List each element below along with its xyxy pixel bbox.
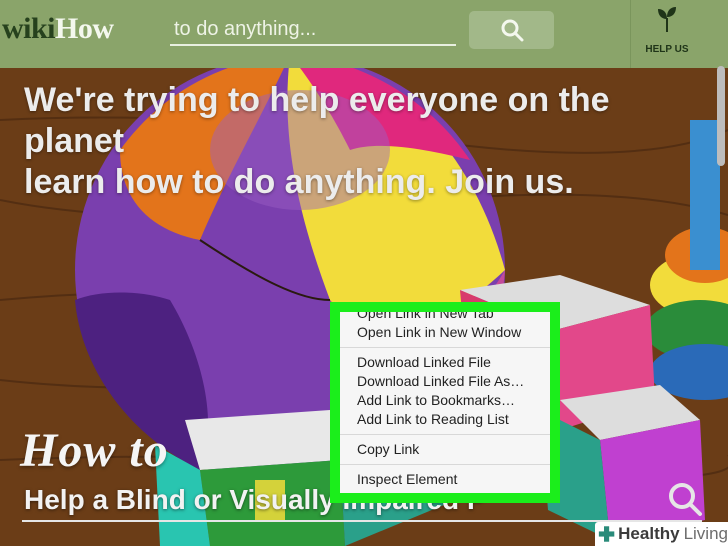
- menu-separator: [340, 434, 550, 435]
- how-to-kicker: How to: [20, 424, 169, 477]
- search-button[interactable]: [469, 11, 554, 49]
- context-menu: Open Link in New Tab Open Link in New Win…: [340, 312, 550, 489]
- logo-wiki-text: wiki: [2, 12, 56, 45]
- cross-icon: [598, 526, 615, 542]
- search-icon: [501, 19, 523, 42]
- wikihow-logo[interactable]: wikiHow: [2, 12, 114, 46]
- menu-separator: [340, 464, 550, 465]
- category-badge[interactable]: Healthy Living: [595, 522, 728, 546]
- site-header: wikiHow HELP US: [0, 0, 728, 68]
- search-icon[interactable]: [666, 480, 704, 518]
- menu-item[interactable]: Open Link in New Tab: [340, 312, 550, 323]
- menu-item[interactable]: Add Link to Bookmarks…: [340, 391, 550, 410]
- hero-tagline: We're trying to help everyone on the pla…: [24, 80, 704, 203]
- menu-item[interactable]: Download Linked File: [340, 353, 550, 372]
- logo-how-text: How: [55, 12, 114, 45]
- help-us-label: HELP US: [645, 44, 689, 55]
- badge-text-bold: Healthy: [618, 524, 680, 543]
- context-menu-highlight: Open Link in New Tab Open Link in New Win…: [330, 302, 560, 503]
- menu-item[interactable]: Copy Link: [340, 440, 550, 459]
- sprout-icon: [658, 7, 676, 32]
- menu-item[interactable]: Add Link to Reading List: [340, 410, 550, 429]
- help-us-button[interactable]: HELP US: [630, 0, 728, 68]
- hero-line-1: We're trying to help everyone on the pla…: [24, 81, 610, 160]
- hero-line-2: learn how to do anything. Join us.: [24, 163, 574, 201]
- menu-item[interactable]: Inspect Element: [340, 470, 550, 489]
- badge-text: Living: [683, 524, 728, 543]
- search-input[interactable]: [170, 14, 456, 46]
- menu-item[interactable]: Download Linked File As…: [340, 372, 550, 391]
- page-scrollbar[interactable]: [715, 60, 728, 546]
- scrollbar-thumb[interactable]: [717, 66, 725, 166]
- menu-separator: [340, 347, 550, 348]
- menu-item[interactable]: Open Link in New Window: [340, 323, 550, 342]
